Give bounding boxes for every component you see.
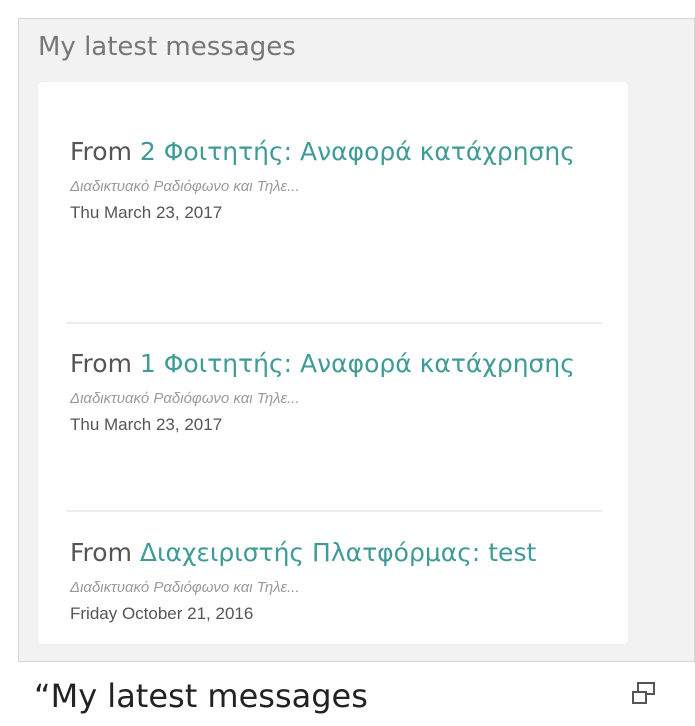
message-course: Διαδικτυακό Ραδιόφωνο και Τηλε... (70, 579, 300, 596)
widget-title: My latest messages (38, 32, 296, 62)
message-item: From Διαχειριστής Πλατφόρμας: test Διαδι… (70, 533, 600, 624)
from-label: From (70, 349, 132, 378)
message-title: From 2 Φοιτητής: Αναφορά κατάχρησης (70, 132, 600, 172)
message-link[interactable]: Διαχειριστής Πλατφόρμας: test (140, 538, 536, 567)
message-date: Thu March 23, 2017 (70, 415, 223, 434)
message-divider (66, 322, 602, 324)
message-date: Friday October 21, 2016 (70, 604, 254, 623)
message-title: From Διαχειριστής Πλατφόρμας: test (70, 533, 600, 573)
message-course: Διαδικτυακό Ραδιόφωνο και Τηλε... (70, 390, 300, 407)
messages-card: From 2 Φοιτητής: Αναφορά κατάχρησης Διαδ… (38, 82, 628, 644)
message-link[interactable]: 2 Φοιτητής: Αναφορά κατάχρησης (140, 137, 575, 166)
message-divider (66, 510, 602, 512)
from-label: From (70, 538, 132, 567)
message-item: From 1 Φοιτητής: Αναφορά κατάχρησης Διαδ… (70, 344, 600, 435)
message-link[interactable]: 1 Φοιτητής: Αναφορά κατάχρησης (140, 349, 575, 378)
from-label: From (70, 137, 132, 166)
message-title: From 1 Φοιτητής: Αναφορά κατάχρησης (70, 344, 600, 384)
expand-icon[interactable] (630, 680, 658, 708)
message-date: Thu March 23, 2017 (70, 203, 223, 222)
message-course: Διαδικτυακό Ραδιόφωνο και Τηλε... (70, 178, 300, 195)
image-caption: “My latest messages (34, 677, 368, 715)
message-item: From 2 Φοιτητής: Αναφορά κατάχρησης Διαδ… (70, 132, 600, 223)
